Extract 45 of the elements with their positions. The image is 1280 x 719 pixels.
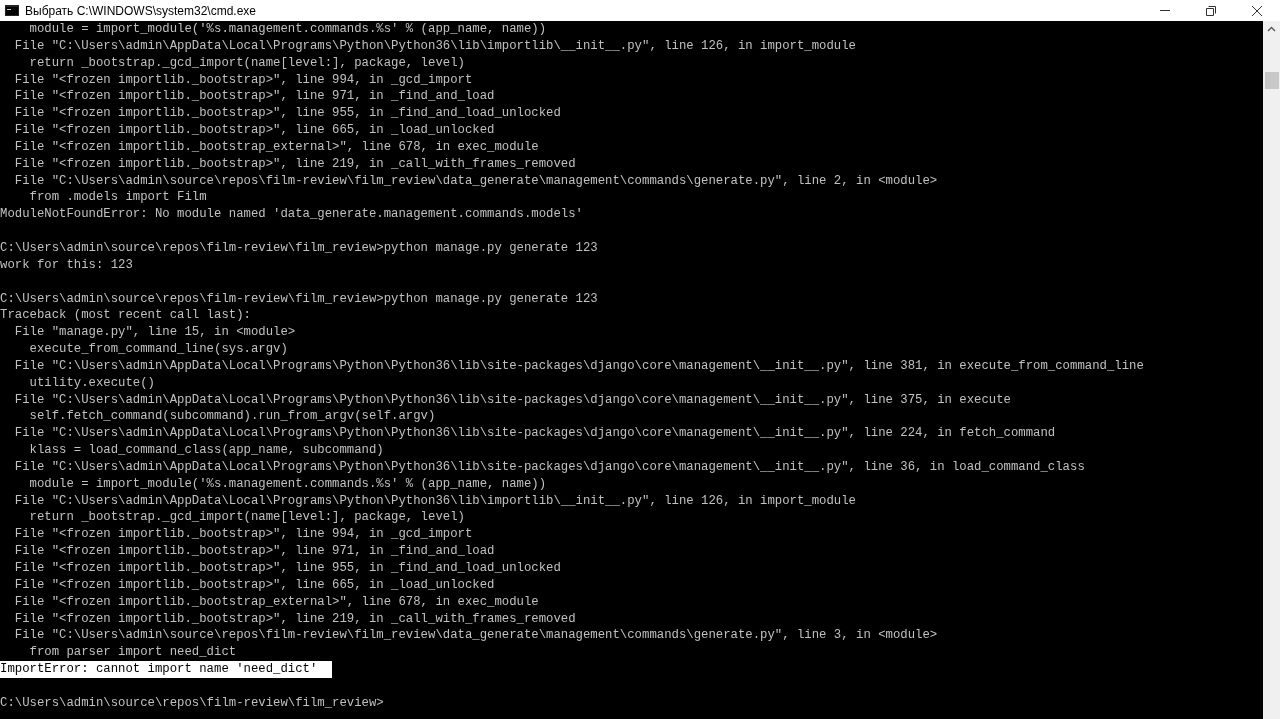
console-line: work for this: 123 xyxy=(0,256,133,274)
console-line: File "C:\Users\admin\source\repos\film-review\film_review\data_generate\management\commands\generate.py", line 2, in <module> xyxy=(13,172,938,190)
console-line: execute_from_command_line(sys.argv) xyxy=(28,341,288,358)
console-line: File "C:\Users\admin\AppData\Local\Programs\Python\Python36\lib\importlib\__init__.py", line 126, in import_module xyxy=(13,492,856,510)
console-line: module = import_module('%s.management.commands.%s' % (app_name, name)) xyxy=(28,21,547,38)
console-line: File "<frozen importlib._bootstrap>", line 955, in _find_and_load_unlocked xyxy=(13,105,561,123)
scroll-up-icon[interactable] xyxy=(1267,26,1276,32)
console-line: File "<frozen importlib._bootstrap>", line 219, in _call_with_frames_removed xyxy=(13,155,576,173)
console-line: File "<frozen importlib._bootstrap>", line 994, in _gcd_import xyxy=(13,71,473,89)
console-line: C:\Users\admin\source\repos\film-review\film_review>python manage.py generate 123 xyxy=(0,290,598,308)
console-line: File "<frozen importlib._bootstrap>", line 994, in _gcd_import xyxy=(13,526,473,544)
console-line: C:\Users\admin\source\repos\film-review\film_review>python manage.py generate 123 xyxy=(0,239,598,257)
console-line: File "C:\Users\admin\AppData\Local\Programs\Python\Python36\lib\site-packages\django\core\management\__init__.py", line 375, in execute xyxy=(13,391,1011,409)
console-line: File "<frozen importlib._bootstrap>", line 665, in _load_unlocked xyxy=(13,576,495,594)
console-line: return _bootstrap._gcd_import(name[level:], package, level) xyxy=(28,509,465,527)
console-line: File "C:\Users\admin\AppData\Local\Programs\Python\Python36\lib\site-packages\django\core\management\__init__.py", line 224, in fetch_command xyxy=(13,425,1056,443)
console-line: File "<frozen importlib._bootstrap>", line 219, in _call_with_frames_removed xyxy=(13,610,576,628)
console-line: File "C:\Users\admin\source\repos\film-review\film_review\data_generate\management\commands\generate.py", line 3, in <module> xyxy=(13,627,938,645)
scroll-thumb[interactable] xyxy=(1264,72,1279,89)
console-line: return _bootstrap._gcd_import(name[level:], package, level) xyxy=(28,54,465,72)
console-line: utility.execute() xyxy=(28,374,155,392)
console-line: klass = load_command_class(app_name, subcommand) xyxy=(28,442,384,459)
console-line: File "<frozen importlib._bootstrap_external>", line 678, in exec_module xyxy=(13,138,539,156)
window-title: Выбрать C:\WINDOWS\system32\cmd.exe xyxy=(25,2,257,20)
console-icon xyxy=(5,5,19,16)
console-line: Traceback (most recent call last): xyxy=(0,307,251,325)
console-line: File "<frozen importlib._bootstrap>", line 971, in _find_and_load xyxy=(13,543,495,560)
console-line: ModuleNotFoundError: No module named 'data_generate.management.commands.models' xyxy=(0,206,583,224)
console-line: module = import_module('%s.management.commands.%s' % (app_name, name)) xyxy=(28,475,547,493)
console-line: File "<frozen importlib._bootstrap>", line 955, in _find_and_load_unlocked xyxy=(13,560,561,577)
console-line: File "<frozen importlib._bootstrap>", line 971, in _find_and_load xyxy=(13,88,495,106)
restore-icon xyxy=(1206,5,1216,16)
console-line: C:\Users\admin\source\repos\film-review\film_review> xyxy=(0,694,384,712)
console-line: from .models import Film xyxy=(28,189,207,207)
minimize-icon xyxy=(1160,10,1170,11)
console-line: self.fetch_command(subcommand).run_from_argv(self.argv) xyxy=(28,408,436,426)
console-line: File "manage.py", line 15, in <module> xyxy=(13,324,296,342)
close-icon xyxy=(1252,5,1262,16)
console-line: File "C:\Users\admin\AppData\Local\Programs\Python\Python36\lib\importlib\__init__.py", line 126, in import_module xyxy=(13,37,856,55)
console-line: File "C:\Users\admin\AppData\Local\Programs\Python\Python36\lib\site-packages\django\core\management\__init__.py", line 36, in load_command_class xyxy=(13,458,1085,476)
scrollbar[interactable] xyxy=(1263,21,1280,719)
console-line: from parser import need_dict xyxy=(28,644,237,662)
console-line: File "C:\Users\admin\AppData\Local\Programs\Python\Python36\lib\site-packages\django\core\management\__init__.py", line 381, in execute_from_command_line xyxy=(13,357,1144,375)
console-line: File "<frozen importlib._bootstrap_external>", line 678, in exec_module xyxy=(13,593,539,611)
console-line: File "<frozen importlib._bootstrap>", line 665, in _load_unlocked xyxy=(13,122,495,139)
